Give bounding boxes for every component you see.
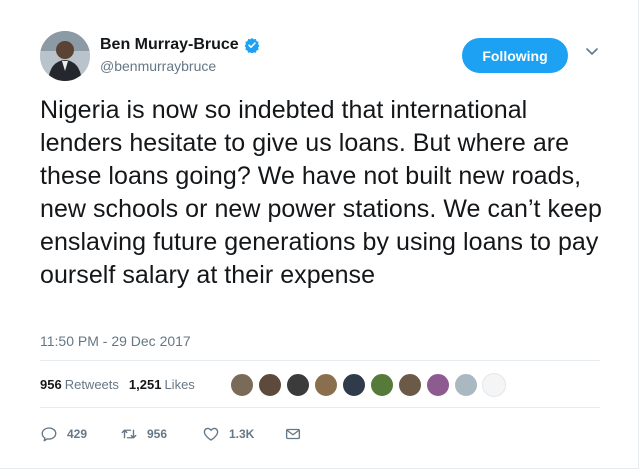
reply-count: 429: [67, 427, 88, 441]
like-count: 1.3K: [229, 427, 255, 441]
retweet-button[interactable]: 956: [120, 425, 202, 443]
liker-avatar[interactable]: [426, 373, 450, 397]
liker-avatar[interactable]: [286, 373, 310, 397]
envelope-icon: [285, 428, 301, 440]
tweet-actions: 429 956 1.3K: [40, 425, 311, 443]
liker-avatar[interactable]: [398, 373, 422, 397]
like-button[interactable]: 1.3K: [202, 425, 284, 443]
avatar-photo: [40, 31, 90, 81]
following-button[interactable]: Following: [462, 38, 568, 73]
user-handle[interactable]: @benmurraybruce: [100, 58, 216, 74]
chevron-down-icon[interactable]: [585, 46, 599, 58]
divider: [40, 360, 600, 361]
divider: [40, 407, 600, 408]
tweet-card: Ben Murray-Bruce @benmurraybruce Followi…: [0, 0, 639, 469]
avatar[interactable]: [40, 31, 90, 81]
reply-button[interactable]: 429: [40, 425, 120, 443]
liker-avatar[interactable]: [230, 373, 254, 397]
liker-avatar[interactable]: [258, 373, 282, 397]
retweets-count: 956: [40, 377, 62, 392]
verified-badge-icon: [244, 38, 260, 53]
retweet-icon: [121, 429, 137, 439]
engagement-stats: 956 Retweets 1,251 Likes: [40, 377, 205, 392]
liker-avatars: [230, 373, 510, 397]
liker-avatar[interactable]: [342, 373, 366, 397]
liker-avatar[interactable]: [482, 373, 506, 397]
display-name[interactable]: Ben Murray-Bruce: [100, 36, 239, 54]
tweet-timestamp[interactable]: 11:50 PM - 29 Dec 2017: [40, 333, 191, 349]
liker-avatar[interactable]: [454, 373, 478, 397]
reply-icon: [41, 427, 57, 442]
direct-message-button[interactable]: [284, 425, 311, 443]
name-row: Ben Murray-Bruce: [100, 36, 260, 54]
retweets-label: Retweets: [64, 377, 119, 392]
likes-count: 1,251: [128, 377, 162, 392]
likes-stat[interactable]: 1,251 Likes: [129, 377, 195, 392]
retweets-stat[interactable]: 956 Retweets: [40, 377, 119, 392]
liker-avatar[interactable]: [370, 373, 394, 397]
retweet-count: 956: [147, 427, 168, 441]
liker-avatar[interactable]: [314, 373, 338, 397]
tweet-text: Nigeria is now so indebted that internat…: [40, 96, 602, 289]
heart-icon: [203, 427, 219, 441]
likes-label: Likes: [164, 377, 195, 392]
